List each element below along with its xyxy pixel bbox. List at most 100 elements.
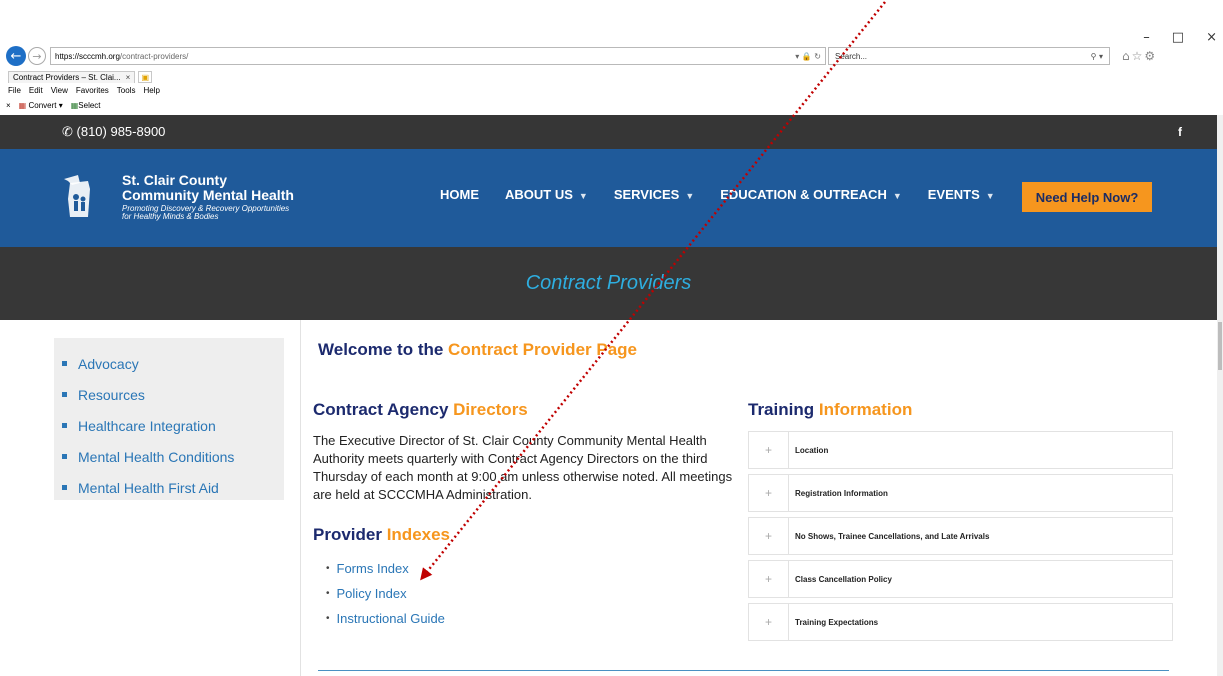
link-policy-index[interactable]: • Policy Index [326, 581, 445, 606]
url-host: https://scccmh.org [55, 51, 120, 61]
scrollbar-thumb[interactable] [1218, 322, 1222, 370]
toolbar-icons[interactable]: ⌂☆⚙ [1122, 49, 1157, 63]
site-logo[interactable]: St. Clair County Community Mental Health… [58, 173, 294, 221]
main-nav: HOME ABOUT US ▼ SERVICES ▼ EDUCATION & OUT… [440, 187, 995, 202]
sidebar-item-label: Mental Health First Aid [78, 479, 219, 496]
plus-icon: + [749, 604, 789, 640]
tab-title: Contract Providers – St. Clai... [13, 73, 121, 82]
page-scrollbar[interactable] [1217, 115, 1223, 676]
nav-about-label: ABOUT US [505, 187, 573, 202]
menu-favorites[interactable]: Favorites [76, 86, 109, 95]
welcome-heading: Welcome to the Contract Provider Page [318, 340, 637, 360]
plus-icon: + [749, 561, 789, 597]
menu-file[interactable]: File [8, 86, 21, 95]
nav-education-outreach[interactable]: EDUCATION & OUTREACH ▼ [720, 187, 902, 202]
url-path: /contract-providers/ [119, 51, 189, 61]
nav-home-label: HOME [440, 187, 479, 202]
accordion-label: Training Expectations [795, 617, 879, 627]
link-forms-index[interactable]: • Forms Index [326, 556, 445, 581]
address-bar[interactable]: https://scccmh.org/contract-providers/ ▾… [50, 47, 826, 65]
sidebar-item-label: Advocacy [78, 355, 139, 372]
convert-label: Convert [28, 101, 57, 110]
select-button[interactable]: ▦Select [71, 101, 101, 110]
nav-events[interactable]: EVENTS ▼ [928, 187, 995, 202]
convert-button[interactable]: ▦ Convert ▾ [19, 101, 63, 110]
accordion-no-shows[interactable]: + No Shows, Trainee Cancellations, and La… [748, 517, 1173, 555]
nav-about-us[interactable]: ABOUT US ▼ [505, 187, 588, 202]
welcome-prefix: Welcome to the [318, 340, 449, 359]
directors-heading-b: Directors [453, 400, 528, 419]
back-arrow-icon[interactable]: ← [6, 46, 26, 66]
sidebar-menu: Advocacy Resources Healthcare Integratio… [54, 338, 284, 500]
close-window-button[interactable]: × [1206, 30, 1217, 45]
command-bar-close[interactable]: × [6, 101, 11, 110]
nav-events-label: EVENTS [927, 187, 980, 202]
nav-services[interactable]: SERVICES ▼ [614, 187, 694, 202]
page-title: Contract Providers [525, 272, 692, 294]
accordion-class-cancellation[interactable]: + Class Cancellation Policy [748, 560, 1173, 598]
menu-view[interactable]: View [51, 86, 68, 95]
menu-bar: File Edit View Favorites Tools Help [8, 86, 160, 95]
section-divider [318, 670, 1169, 671]
link-label: Instructional Guide [336, 611, 445, 626]
sidebar-item-advocacy[interactable]: Advocacy [54, 348, 284, 379]
sidebar-item-resources[interactable]: Resources [54, 379, 284, 410]
tab-close-icon[interactable]: × [126, 73, 131, 82]
bullet-square-icon [62, 423, 67, 428]
indexes-heading-b: Indexes [386, 525, 451, 544]
site-header: St. Clair County Community Mental Health… [0, 149, 1217, 247]
bullet-square-icon [62, 392, 67, 397]
bullet-square-icon [62, 454, 67, 459]
nav-education-label: EDUCATION & OUTREACH [720, 187, 887, 202]
accordion-registration-information[interactable]: + Registration Information [748, 474, 1173, 512]
accordion-label: Location [795, 445, 829, 455]
directors-description: The Executive Director of St. Clair Coun… [313, 433, 733, 502]
need-help-button[interactable]: Need Help Now? [1022, 182, 1152, 212]
logo-tagline2: for Healthy Minds & Bodies [122, 212, 219, 221]
search-input[interactable]: Search... ⚲ ▾ [828, 47, 1110, 65]
menu-help[interactable]: Help [143, 86, 159, 95]
accordion-training-expectations[interactable]: + Training Expectations [748, 603, 1173, 641]
link-label: Forms Index [336, 561, 409, 576]
logo-text: St. Clair County Community Mental Health… [122, 173, 294, 221]
indexes-heading-a: Provider [313, 525, 387, 544]
search-placeholder: Search... [835, 51, 868, 61]
facebook-icon[interactable]: f [1178, 125, 1182, 139]
forward-arrow-icon[interactable]: → [28, 47, 46, 65]
nav-services-label: SERVICES [613, 187, 680, 202]
command-bar: × ▦ Convert ▾ ▦Select [6, 101, 101, 110]
logo-line2: Community Mental Health [122, 187, 294, 203]
refresh-icon[interactable]: ▾ 🔒 ↻ [795, 52, 821, 61]
michigan-logo-icon [64, 175, 90, 217]
browser-chrome: – □ × ← → https://scccmh.org/contract-pr… [0, 0, 1223, 115]
menu-edit[interactable]: Edit [29, 86, 43, 95]
chevron-down-icon: ▼ [892, 191, 902, 201]
bullet-square-icon [62, 361, 67, 366]
pdf-icon: ▦ [18, 101, 27, 110]
sidebar-item-mental-health-conditions[interactable]: Mental Health Conditions [54, 441, 284, 472]
phone-number[interactable]: ✆ (810) 985-8900 [62, 124, 165, 140]
new-tab-button[interactable]: ▣ [138, 71, 153, 83]
menu-tools[interactable]: Tools [117, 86, 136, 95]
search-icon[interactable]: ⚲ ▾ [1091, 52, 1103, 61]
indexes-heading: Provider Indexes [313, 525, 450, 545]
chevron-down-icon: ▼ [685, 191, 695, 201]
minimize-button[interactable]: – [1143, 30, 1150, 45]
index-links: • Forms Index • Policy Index • Instructiona… [326, 556, 445, 631]
sidebar-item-healthcare-integration[interactable]: Healthcare Integration [54, 410, 284, 441]
chevron-down-icon: ▼ [985, 191, 995, 201]
content-divider [300, 320, 301, 676]
tab-contract-providers[interactable]: Contract Providers – St. Clai... × [8, 71, 136, 83]
nav-home[interactable]: HOME [440, 187, 479, 202]
accordion-location[interactable]: + Location [748, 431, 1173, 469]
sidebar-item-mental-health-first-aid[interactable]: Mental Health First Aid [54, 472, 284, 503]
page-title-banner: Contract Providers [0, 247, 1217, 320]
link-instructional-guide[interactable]: • Instructional Guide [326, 606, 445, 631]
link-label: Policy Index [336, 586, 407, 601]
sidebar-item-label: Resources [78, 386, 145, 403]
plus-icon: + [749, 518, 789, 554]
directors-heading: Contract Agency Directors [313, 400, 528, 420]
tab-strip: Contract Providers – St. Clai... × ▣ [8, 70, 153, 84]
logo-line1: St. Clair County [122, 172, 228, 188]
maximize-button[interactable]: □ [1172, 30, 1184, 45]
